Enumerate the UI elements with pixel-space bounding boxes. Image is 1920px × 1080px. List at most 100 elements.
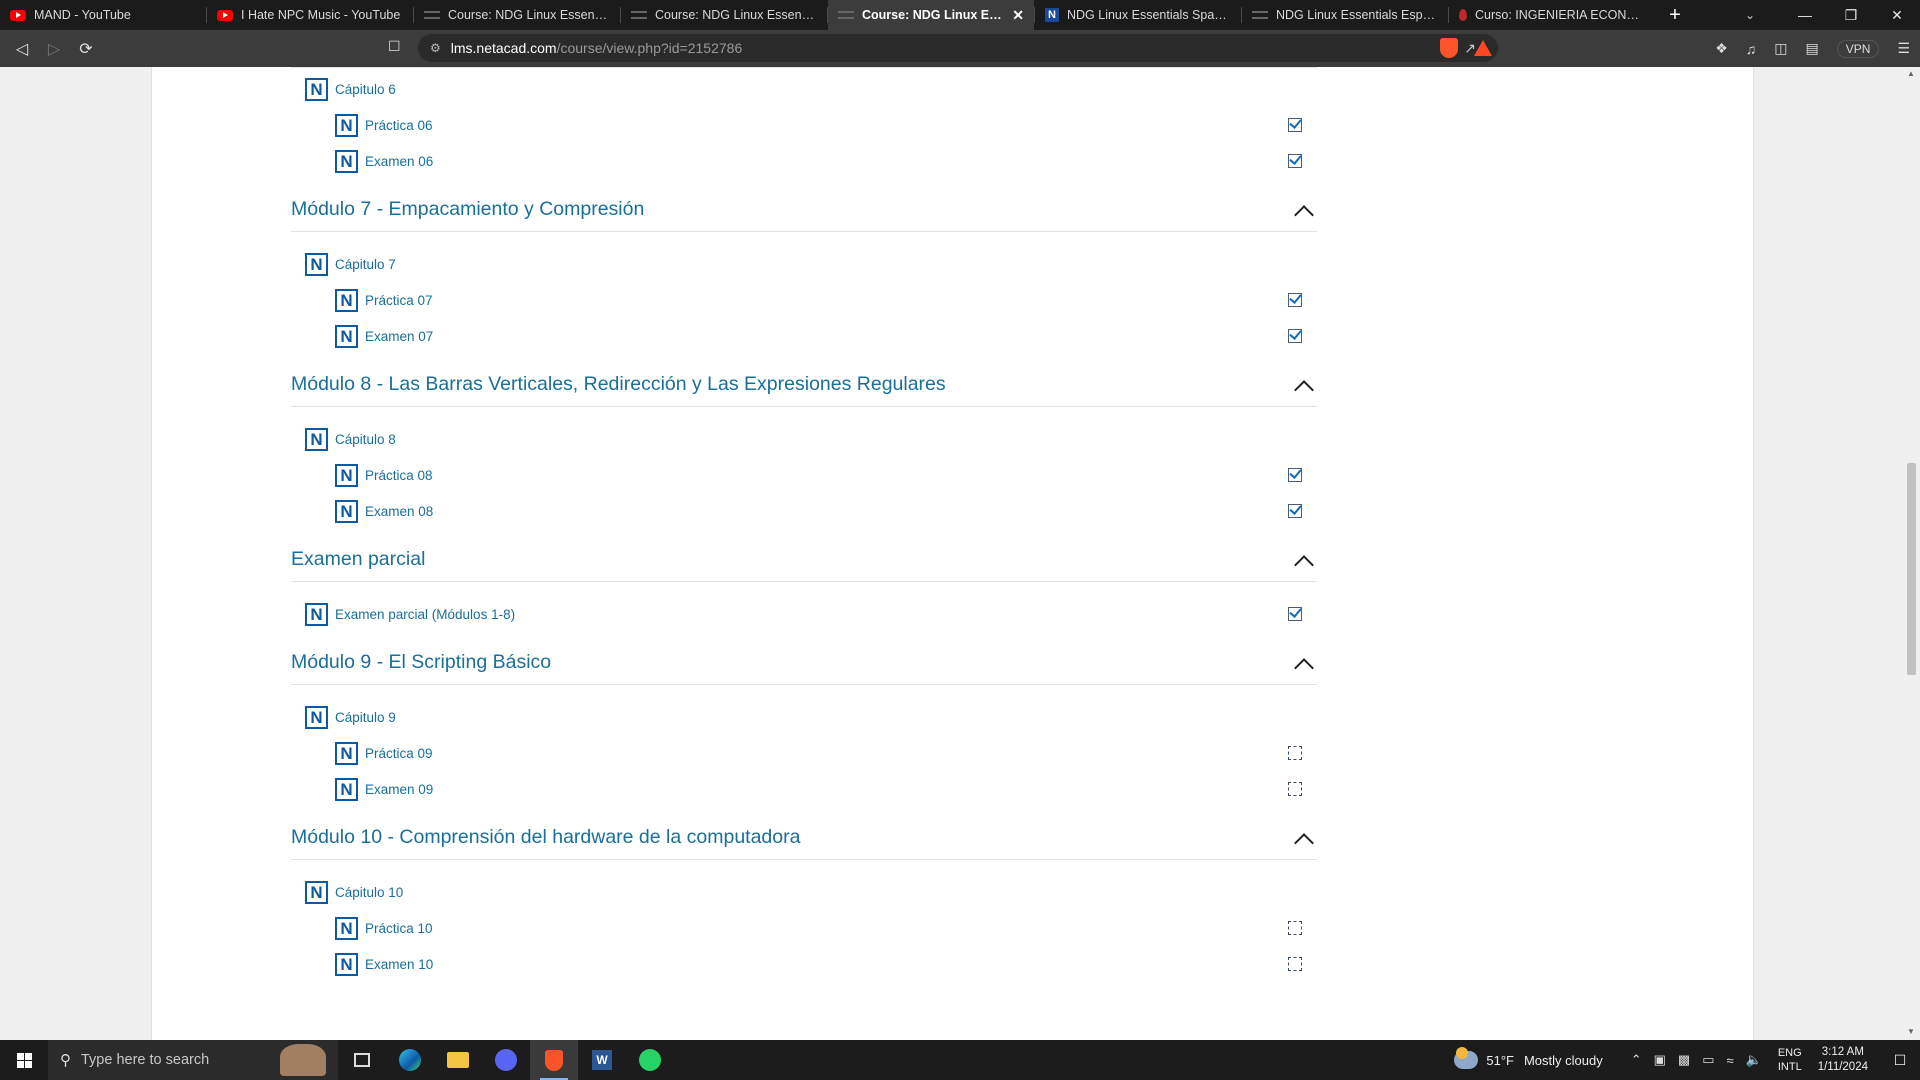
close-window-button[interactable]: ✕ xyxy=(1874,0,1920,30)
section-title[interactable]: Módulo 10 - Comprensión del hardware de … xyxy=(291,826,800,849)
taskbar-search[interactable]: ⚲ Type here to search xyxy=(48,1040,338,1080)
activity-link[interactable]: N Práctica 06 xyxy=(335,114,433,137)
forward-button[interactable]: ▷ xyxy=(38,33,70,65)
whatsapp-button[interactable] xyxy=(626,1040,674,1080)
reload-button[interactable]: ⟳ xyxy=(70,33,102,65)
activity-link[interactable]: N Cápitulo 6 xyxy=(305,78,396,101)
activity-label: Examen 10 xyxy=(365,957,434,972)
section-divider xyxy=(291,684,1317,685)
restore-button[interactable]: ❐ xyxy=(1828,0,1874,30)
browser-tab[interactable]: Curso: INGENIERIA ECONOMICA xyxy=(1449,0,1655,30)
tab-search-chevron-icon[interactable]: ⌄ xyxy=(1730,0,1770,30)
brave-shields-icon[interactable] xyxy=(1440,38,1458,58)
activity-label: Examen 06 xyxy=(365,154,434,169)
completion-checkbox[interactable] xyxy=(1288,782,1302,796)
browser-tab[interactable]: I Hate NPC Music - YouTube xyxy=(207,0,413,30)
browser-tab[interactable]: Course: NDG Linux Essentials Es xyxy=(414,0,620,30)
scrollbar-thumb[interactable] xyxy=(1907,463,1916,675)
back-button[interactable]: ◁ xyxy=(6,33,38,65)
section-title[interactable]: Módulo 8 - Las Barras Verticales, Redire… xyxy=(291,373,946,396)
display-icon[interactable]: ▩ xyxy=(1678,1052,1690,1068)
brave-button[interactable] xyxy=(530,1040,578,1080)
activity-link[interactable]: N Cápitulo 10 xyxy=(305,881,403,904)
section-title[interactable]: Módulo 9 - El Scripting Básico xyxy=(291,651,551,674)
activity-link[interactable]: N Práctica 07 xyxy=(335,289,433,312)
tab-label: NDG Linux Essentials Español 1: xyxy=(1276,8,1438,22)
clock[interactable]: 3:12 AM 1/11/2024 xyxy=(1818,1045,1868,1075)
brave-rewards-icon[interactable] xyxy=(1474,40,1492,56)
notification-icon: ☐ xyxy=(1893,1051,1907,1068)
section-title[interactable]: Módulo 7 - Empacamiento y Compresión xyxy=(291,198,644,221)
section-title[interactable]: Examen parcial xyxy=(291,548,425,571)
edge-icon xyxy=(399,1049,421,1071)
browser-tab[interactable]: NDG Linux Essentials Español 1: xyxy=(1242,0,1448,30)
completion-checkbox[interactable] xyxy=(1288,957,1302,971)
scroll-up-icon[interactable]: ▲ xyxy=(1907,69,1915,78)
activity-link[interactable]: N Práctica 09 xyxy=(335,742,433,765)
battery-icon[interactable]: ▭ xyxy=(1702,1052,1714,1068)
activity-link[interactable]: N Cápitulo 9 xyxy=(305,706,396,729)
netacad-activity-icon: N xyxy=(305,881,328,904)
volume-icon[interactable]: 🔈 xyxy=(1746,1052,1762,1068)
wallet-icon[interactable]: ▤ xyxy=(1806,40,1819,57)
sidebar-icon[interactable]: ◫ xyxy=(1774,40,1787,57)
task-view-button[interactable] xyxy=(338,1040,386,1080)
whatsapp-icon xyxy=(639,1049,661,1071)
extensions-icon[interactable]: ❖ xyxy=(1715,40,1728,57)
activity-link[interactable]: N Examen 07 xyxy=(335,325,433,348)
browser-tab[interactable]: N NDG Linux Essentials Spanish - I xyxy=(1035,0,1241,30)
activity-link[interactable]: N Cápitulo 7 xyxy=(305,253,396,276)
scroll-down-icon[interactable]: ▼ xyxy=(1907,1027,1915,1036)
activity-link[interactable]: N Práctica 10 xyxy=(335,917,433,940)
activity-link[interactable]: N Examen 10 xyxy=(335,953,433,976)
word-button[interactable]: W xyxy=(578,1040,626,1080)
browser-tab[interactable]: Course: NDG Linux Essentials Es xyxy=(621,0,827,30)
close-tab-icon[interactable]: ✕ xyxy=(1012,7,1024,24)
address-bar[interactable]: ⚙ lms.netacad.com/course/view.php?id=215… xyxy=(418,34,1498,62)
windows-icon xyxy=(16,1052,32,1068)
meet-icon[interactable]: ▣ xyxy=(1654,1052,1666,1068)
youtube-icon xyxy=(217,9,233,21)
weather-temperature[interactable]: 51°F xyxy=(1486,1053,1514,1068)
completion-checked-icon[interactable] xyxy=(1288,504,1302,518)
vpn-button[interactable]: VPN xyxy=(1836,39,1880,58)
wifi-icon[interactable]: ≈ xyxy=(1727,1053,1734,1068)
tab-strip: MAND - YouTube I Hate NPC Music - YouTube… xyxy=(0,0,1920,30)
browser-tab[interactable]: MAND - YouTube xyxy=(0,0,206,30)
completion-checked-icon[interactable] xyxy=(1288,468,1302,482)
activity-link[interactable]: N Cápitulo 8 xyxy=(305,428,396,451)
vertical-scrollbar[interactable]: ▲ ▼ xyxy=(1903,67,1920,1040)
weather-condition[interactable]: Mostly cloudy xyxy=(1524,1053,1603,1068)
completion-checked-icon[interactable] xyxy=(1288,293,1302,307)
menu-icon[interactable]: ☰ xyxy=(1897,40,1910,57)
completion-checked-icon[interactable] xyxy=(1288,154,1302,168)
media-icon[interactable]: ♫ xyxy=(1746,41,1757,57)
minimize-button[interactable]: — xyxy=(1782,0,1828,30)
activity-link[interactable]: N Examen 06 xyxy=(335,150,433,173)
activity-link[interactable]: N Examen 09 xyxy=(335,778,433,801)
completion-checked-icon[interactable] xyxy=(1288,118,1302,132)
file-explorer-button[interactable] xyxy=(434,1040,482,1080)
section-divider xyxy=(291,67,1317,68)
completion-checked-icon[interactable] xyxy=(1288,329,1302,343)
completion-checkbox[interactable] xyxy=(1288,746,1302,760)
chevron-up-icon[interactable]: ⌃ xyxy=(1631,1052,1642,1068)
discord-button[interactable] xyxy=(482,1040,530,1080)
browser-tab[interactable]: Course: NDG Linux Essenti ✕ xyxy=(828,0,1034,30)
language-indicator[interactable]: ENG INTL xyxy=(1778,1046,1802,1074)
completion-checkbox[interactable] xyxy=(1288,921,1302,935)
bookmark-icon[interactable]: ☐ xyxy=(388,38,401,55)
activity-link[interactable]: N Examen 08 xyxy=(335,500,433,523)
weather-icon[interactable] xyxy=(1454,1047,1479,1069)
activity-link[interactable]: N Examen parcial (Módulos 1-8) xyxy=(305,603,515,626)
edge-button[interactable] xyxy=(386,1040,434,1080)
activity-label: Cápitulo 10 xyxy=(335,885,404,900)
notifications-button[interactable]: ☐ xyxy=(1880,1040,1920,1080)
activity-link[interactable]: N Práctica 08 xyxy=(335,464,433,487)
start-button[interactable] xyxy=(0,1040,48,1080)
completion-checked-icon[interactable] xyxy=(1288,607,1302,621)
new-tab-button[interactable]: + xyxy=(1655,4,1695,27)
netacad-activity-icon: N xyxy=(335,150,358,173)
course-icon xyxy=(631,11,647,19)
site-info-icon[interactable]: ⚙ xyxy=(430,41,441,55)
